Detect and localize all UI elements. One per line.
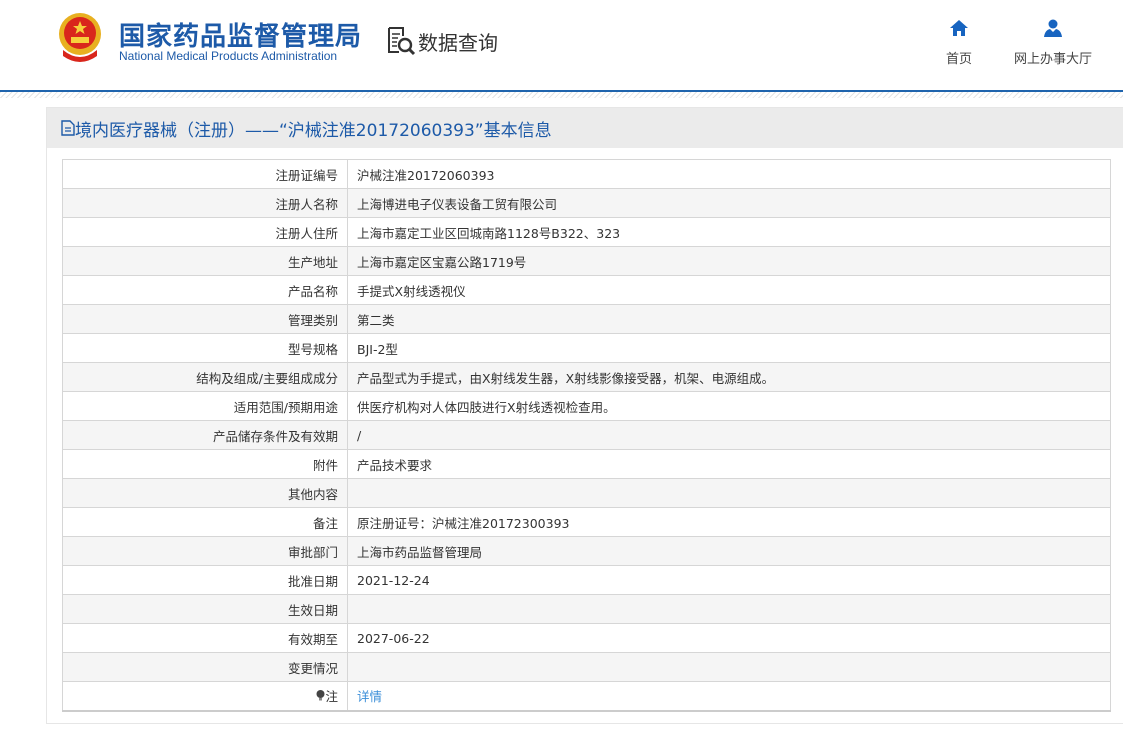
nav-home[interactable]: 首页 [946,18,972,67]
details-link[interactable]: 详情 [357,689,382,704]
field-value [347,594,1111,624]
field-label: 管理类别 [62,304,348,334]
field-label: 适用范围/预期用途 [62,391,348,421]
table-row: 其他内容 [62,478,1111,508]
field-label: 产品储存条件及有效期 [62,420,348,450]
field-label: 其他内容 [62,478,348,508]
table-row: 生效日期 [62,594,1111,624]
field-label: 变更情况 [62,652,348,682]
user-icon [1044,19,1062,37]
field-value: 产品技术要求 [347,449,1111,479]
document-icon [61,120,75,136]
table-row: 管理类别 第二类 [62,304,1111,334]
logo-title: 国家药品监督管理局 [119,22,363,52]
table-row: 附件 产品技术要求 [62,449,1111,479]
field-label: 注册证编号 [62,159,348,189]
nav-home-label: 首页 [946,52,973,67]
field-value: 上海博进电子仪表设备工贸有限公司 [347,188,1111,218]
table-row: 型号规格 BJI-2型 [62,333,1111,363]
field-value: 详情 [347,681,1111,711]
data-query-section[interactable]: 数据查询 [386,26,498,56]
field-label: 注 [62,681,348,711]
nav-online-hall[interactable]: 网上办事大厅 [1014,18,1092,67]
field-label: 注册人名称 [62,188,348,218]
field-value: 原注册证号：沪械注准20172300393 [347,507,1111,537]
header-hatch [0,92,1123,98]
table-row-note: 注 详情 [62,681,1111,711]
table-row: 生产地址 上海市嘉定区宝嘉公路1719号 [62,246,1111,276]
field-label: 审批部门 [62,536,348,566]
table-row: 产品储存条件及有效期 / [62,420,1111,450]
info-panel: 境内医疗器械（注册）——“沪械注准20172060393”基本信息 注册证编号沪… [46,107,1123,724]
table-row: 结构及组成/主要组成成分 产品型式为手提式，由X射线发生器，X射线影像接受器，机架… [62,362,1111,392]
field-value [347,478,1111,508]
field-label: 型号规格 [62,333,348,363]
field-label: 结构及组成/主要组成成分 [62,362,348,392]
field-value: 第二类 [347,304,1111,334]
field-value: BJI-2型 [347,333,1111,363]
field-label: 有效期至 [62,623,348,653]
table-row: 备注 原注册证号：沪械注准20172300393 [62,507,1111,537]
table-row: 变更情况 [62,652,1111,682]
field-value: 供医疗机构对人体四肢进行X射线透视检查用。 [347,391,1111,421]
panel-header: 境内医疗器械（注册）——“沪械注准20172060393”基本信息 [47,108,1123,148]
field-value: 手提式X射线透视仪 [347,275,1111,305]
field-value [347,652,1111,682]
table-row: 注册证编号 沪械注准20172060393 [62,159,1111,189]
field-value: 上海市嘉定工业区回城南路1128号B322、323 [347,217,1111,247]
panel-title: 境内医疗器械（注册）——“沪械注准20172060393”基本信息 [75,120,552,141]
field-label: 批准日期 [62,565,348,595]
table-row: 适用范围/预期用途 供医疗机构对人体四肢进行X射线透视检查用。 [62,391,1111,421]
field-value: 沪械注准20172060393 [347,159,1111,189]
nav-online-hall-label: 网上办事大厅 [1014,52,1093,67]
table-row: 批准日期 2021-12-24 [62,565,1111,595]
data-query-label: 数据查询 [418,30,498,55]
table-row: 注册人名称 上海博进电子仪表设备工贸有限公司 [62,188,1111,218]
field-value: 2021-12-24 [347,565,1111,595]
field-label: 生产地址 [62,246,348,276]
site-header: 国家药品监督管理局 National Medical Products Admi… [0,0,1123,91]
field-value: 产品型式为手提式，由X射线发生器，X射线影像接受器，机架、电源组成。 [347,362,1111,392]
field-value: / [347,420,1111,450]
logo-subtitle: National Medical Products Administration [119,49,338,63]
national-emblem-icon [59,13,101,62]
field-label: 附件 [62,449,348,479]
document-search-icon [388,27,416,56]
note-label: 注 [325,689,338,705]
field-label: 生效日期 [62,594,348,624]
table-row: 产品名称 手提式X射线透视仪 [62,275,1111,305]
field-value: 2027-06-22 [347,623,1111,653]
table-row: 审批部门 上海市药品监督管理局 [62,536,1111,566]
field-label: 注册人住所 [62,217,348,247]
info-table: 注册证编号 沪械注准20172060393 注册人名称 上海博进电子仪表设备工贸有限公… [62,159,1111,712]
table-row: 注册人住所 上海市嘉定工业区回城南路1128号B322、323 [62,217,1111,247]
field-value: 上海市嘉定区宝嘉公路1719号 [347,246,1111,276]
field-value: 上海市药品监督管理局 [347,536,1111,566]
table-row: 有效期至 2027-06-22 [62,623,1111,653]
home-icon [950,20,968,36]
field-label: 备注 [62,507,348,537]
field-label: 产品名称 [62,275,348,305]
